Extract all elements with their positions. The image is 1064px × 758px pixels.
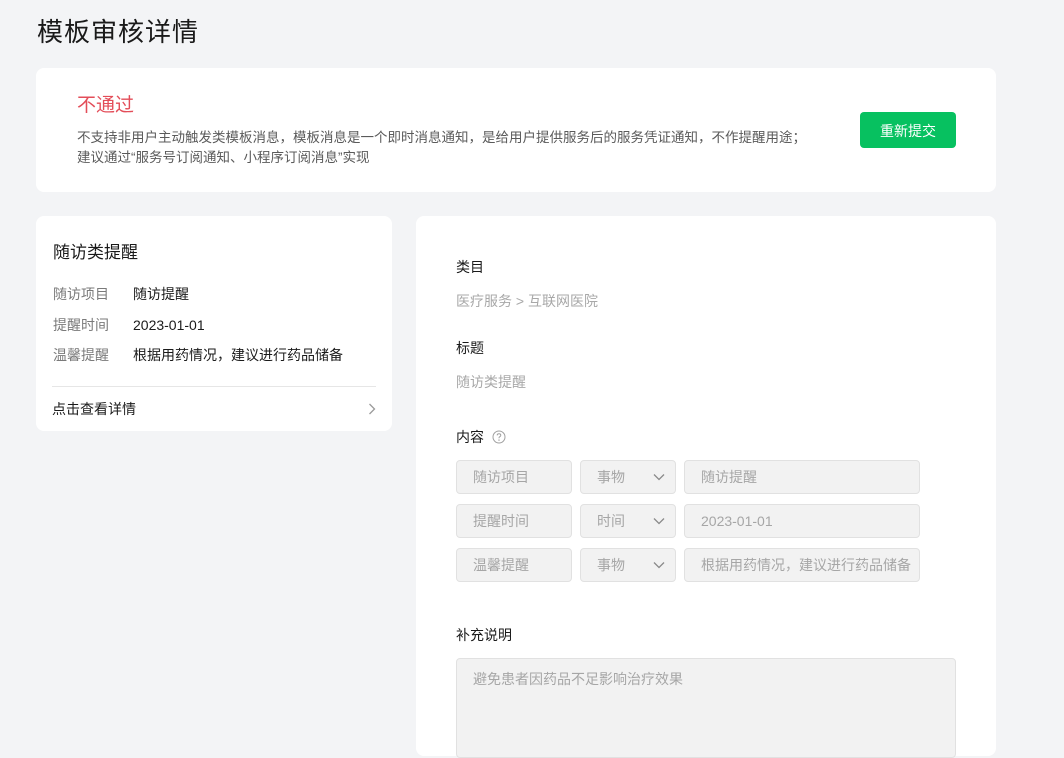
template-preview-card: 随访类提醒 随访项目 随访提醒 提醒时间 2023-01-01 温馨提醒 根据用药情况… (36, 216, 392, 431)
preview-row-key: 提醒时间 (53, 317, 109, 333)
preview-title: 随访类提醒 (53, 243, 138, 262)
view-details-link[interactable]: 点击查看详情 (52, 398, 376, 420)
preview-row: 温馨提醒 根据用药情况，建议进行药品储备 (53, 345, 343, 365)
note-textarea[interactable]: 避免患者因药品不足影响治疗效果 (456, 658, 956, 758)
note-label: 补充说明 (456, 627, 512, 643)
field-type-select[interactable]: 时间 (580, 504, 676, 538)
template-form-card: 类目 医疗服务 > 互联网医院 标题 随访类提醒 内容 随访项目 事物 随访提醒… (416, 216, 996, 758)
view-details-label: 点击查看详情 (52, 401, 136, 417)
field-type-value: 时间 (597, 513, 625, 529)
category-label: 类目 (456, 259, 484, 275)
field-type-select[interactable]: 事物 (580, 460, 676, 494)
field-name-input[interactable]: 提醒时间 (456, 504, 572, 538)
category-value: 医疗服务 > 互联网医院 (456, 293, 598, 309)
resubmit-button[interactable]: 重新提交 (860, 112, 956, 148)
preview-row-key: 随访项目 (53, 286, 109, 302)
title-label: 标题 (456, 340, 484, 356)
page-title: 模板审核详情 (37, 17, 200, 47)
preview-row-value: 根据用药情况，建议进行药品储备 (133, 347, 343, 363)
content-label: 内容 (456, 429, 484, 445)
preview-row: 随访项目 随访提醒 (53, 284, 189, 304)
review-status-card: 不通过 不支持非用户主动触发类模板消息，模板消息是一个即时消息通知，是给用户提供… (36, 68, 996, 192)
chevron-down-icon (653, 562, 665, 569)
chevron-down-icon (653, 474, 665, 481)
status-label: 不通过 (77, 95, 135, 116)
field-name-input[interactable]: 温馨提醒 (456, 548, 572, 582)
field-type-select[interactable]: 事物 (580, 548, 676, 582)
field-type-value: 事物 (597, 557, 625, 573)
chevron-right-icon (369, 403, 376, 415)
preview-row-value: 随访提醒 (133, 286, 189, 302)
preview-row-value: 2023-01-01 (133, 317, 205, 333)
preview-row-key: 温馨提醒 (53, 347, 109, 363)
preview-row: 提醒时间 2023-01-01 (53, 315, 205, 335)
field-value-input[interactable]: 2023-01-01 (684, 504, 920, 538)
status-description: 不支持非用户主动触发类模板消息，模板消息是一个即时消息通知，是给用户提供服务后的… (77, 130, 806, 165)
field-value-input[interactable]: 根据用药情况，建议进行药品储备 (684, 548, 920, 582)
field-value-input[interactable]: 随访提醒 (684, 460, 920, 494)
title-value: 随访类提醒 (456, 374, 526, 390)
field-name-input[interactable]: 随访项目 (456, 460, 572, 494)
chevron-down-icon (653, 518, 665, 525)
field-type-value: 事物 (597, 469, 625, 485)
content-label-row: 内容 (456, 427, 506, 447)
divider (52, 386, 376, 387)
help-circle-icon[interactable] (492, 430, 506, 444)
